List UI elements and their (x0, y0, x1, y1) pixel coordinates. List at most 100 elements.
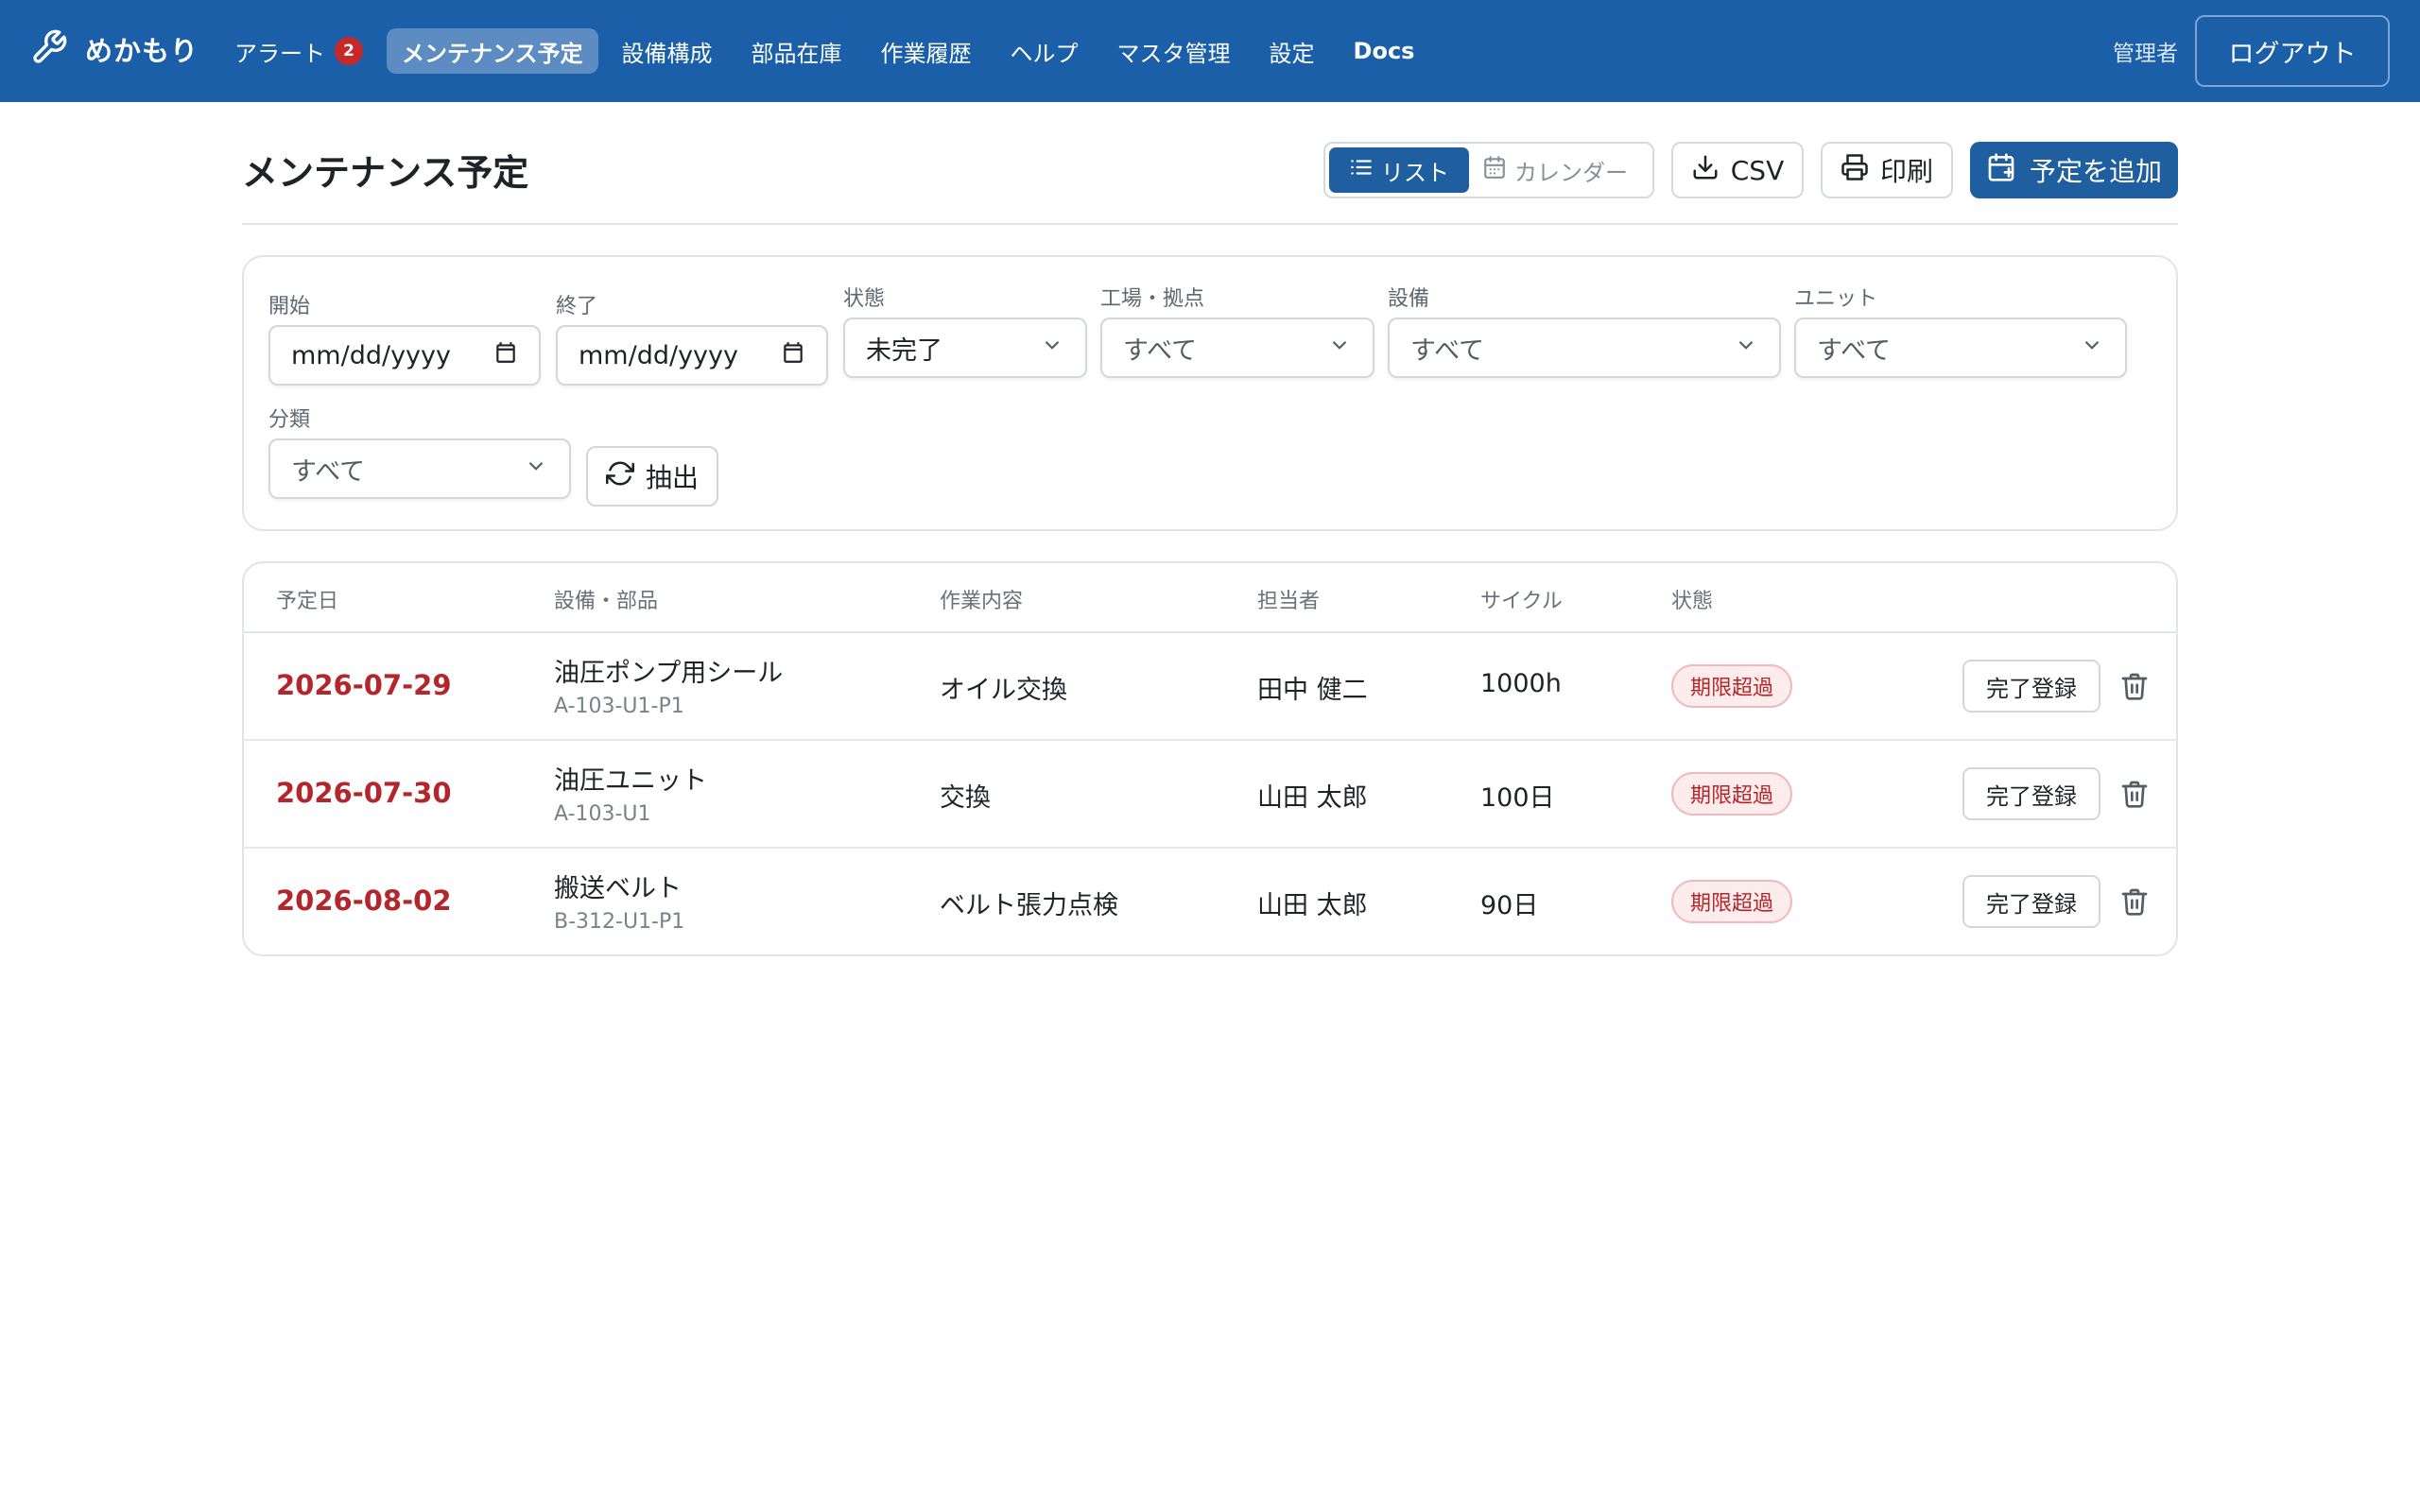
equipment-filter-field: 設備 すべて (1388, 282, 1781, 378)
print-button[interactable]: 印刷 (1821, 142, 1953, 198)
part-name: 搬送ベルト (554, 874, 682, 903)
table-row: 2026-07-29 油圧ポンプ用シール A-103-U1-P1 オイル交換 田… (244, 633, 2176, 741)
unit-select[interactable]: すべて (1794, 318, 2127, 378)
person-cell: 田中 健二 (1257, 676, 1368, 705)
nav-item-equipment[interactable]: 設備構成 (607, 28, 728, 74)
nav-item-maintenance-schedule[interactable]: メンテナンス予定 (387, 28, 598, 74)
person-cell: 山田 太郎 (1257, 783, 1368, 813)
chevron-down-icon (2080, 333, 2104, 364)
brand[interactable]: めかもり (30, 28, 199, 70)
status-select[interactable]: 未完了 (843, 318, 1087, 378)
extract-button[interactable]: 抽出 (586, 446, 718, 507)
logout-button[interactable]: ログアウト (2195, 15, 2390, 87)
category-filter-label: 分類 (268, 408, 311, 432)
nav-item-work-history[interactable]: 作業履歴 (866, 28, 987, 74)
task-cell: ベルト張力点検 (940, 891, 1118, 920)
extract-label: 抽出 (645, 462, 699, 493)
calendar-icon (1482, 155, 1514, 185)
equipment-select-value: すべて (1410, 335, 1485, 366)
end-date-input[interactable]: mm/dd/yyyy (556, 325, 828, 386)
task-cell: 交換 (940, 783, 991, 813)
nav-item-parts-inventory[interactable]: 部品在庫 (736, 28, 857, 74)
status-filter-label: 状態 (843, 287, 886, 311)
chevron-down-icon (1734, 333, 1758, 364)
category-filter-field: 分類 すべて (268, 403, 571, 499)
status-badge: 期限超過 (1671, 880, 1793, 923)
page-header: メンテナンス予定 リスト カレンダー CSV 印刷 予定を追加 (242, 140, 2178, 225)
printer-icon (1841, 153, 1880, 188)
wrench-icon (30, 28, 68, 70)
nav-item-settings[interactable]: 設定 (1254, 28, 1330, 74)
brand-name: めかもり (85, 35, 199, 67)
cycle-cell: 90日 (1480, 891, 1539, 920)
start-date-value: mm/dd/yyyy (291, 340, 451, 370)
alert-count-badge: 2 (335, 37, 363, 65)
calendar-picker-icon[interactable] (781, 340, 805, 371)
category-select[interactable]: すべて (268, 438, 571, 499)
status-filter-field: 状態 未完了 (843, 282, 1087, 378)
nav-item-alerts[interactable]: アラート 2 (219, 28, 378, 74)
equipment-select[interactable]: すべて (1388, 318, 1781, 378)
view-list-button[interactable]: リスト (1329, 147, 1469, 193)
end-date-field: 終了 mm/dd/yyyy (556, 289, 828, 386)
cycle-cell: 100日 (1480, 783, 1555, 813)
main-nav: アラート 2 メンテナンス予定 設備構成 部品在庫 作業履歴 ヘルプ マスタ管理… (219, 28, 1438, 74)
due-date: 2026-07-30 (276, 777, 452, 809)
nav-item-label: アラート (234, 40, 325, 67)
site-filter-label: 工場・拠点 (1100, 287, 1205, 311)
complete-button[interactable]: 完了登録 (1962, 660, 2100, 713)
nav-item-docs[interactable]: Docs (1339, 28, 1430, 74)
site-select[interactable]: すべて (1100, 318, 1374, 378)
end-date-value: mm/dd/yyyy (579, 340, 738, 370)
schedule-table: 予定日 設備・部品 作業内容 担当者 サイクル 状態 2026-07-29 油圧… (242, 561, 2178, 956)
part-code: A-103-U1 (554, 802, 651, 826)
unit-filter-field: ユニット すべて (1794, 282, 2127, 378)
download-icon (1691, 153, 1731, 188)
nav-item-help[interactable]: ヘルプ (995, 28, 1094, 74)
refresh-icon (605, 459, 646, 494)
column-header-task: 作業内容 (940, 590, 1024, 613)
list-icon (1349, 155, 1381, 185)
person-cell: 山田 太郎 (1257, 891, 1368, 920)
chevron-down-icon (524, 454, 548, 485)
column-header-part: 設備・部品 (554, 590, 659, 613)
unit-select-value: すべて (1817, 335, 1892, 366)
csv-label: CSV (1730, 154, 1785, 186)
calendar-plus-icon (1986, 152, 2030, 189)
view-calendar-button[interactable]: カレンダー (1469, 147, 1641, 193)
complete-button[interactable]: 完了登録 (1962, 767, 2100, 820)
cycle-cell: 1000h (1480, 669, 1562, 698)
page-title: メンテナンス予定 (242, 152, 529, 194)
table-header: 予定日 設備・部品 作業内容 担当者 サイクル 状態 (244, 563, 2176, 633)
start-date-field: 開始 mm/dd/yyyy (268, 289, 541, 386)
filter-panel: 開始 mm/dd/yyyy 終了 mm/dd/yyyy 状態 未完了 工場・拠点… (242, 255, 2178, 531)
part-code: A-103-U1-P1 (554, 695, 684, 718)
add-schedule-label: 予定を追加 (2029, 156, 2162, 187)
site-filter-field: 工場・拠点 すべて (1100, 282, 1374, 378)
view-list-label: リスト (1381, 159, 1449, 186)
complete-button[interactable]: 完了登録 (1962, 875, 2100, 928)
nav-user-area: 管理者 ログアウト (2113, 15, 2390, 87)
due-date: 2026-07-29 (276, 669, 452, 701)
table-row: 2026-07-30 油圧ユニット A-103-U1 交換 山田 太郎 100日… (244, 741, 2176, 849)
start-date-label: 開始 (268, 295, 311, 318)
user-role: 管理者 (2113, 42, 2178, 66)
header-actions: リスト カレンダー CSV 印刷 予定を追加 (1323, 142, 2178, 198)
part-name: 油圧ポンプ用シール (554, 659, 784, 688)
trash-icon[interactable] (2119, 886, 2150, 920)
trash-icon[interactable] (2119, 671, 2150, 705)
csv-export-button[interactable]: CSV (1671, 142, 1804, 198)
site-select-value: すべて (1123, 335, 1198, 366)
start-date-input[interactable]: mm/dd/yyyy (268, 325, 541, 386)
chevron-down-icon (1327, 333, 1352, 364)
add-schedule-button[interactable]: 予定を追加 (1970, 142, 2178, 198)
status-select-value: 未完了 (866, 335, 942, 366)
column-header-person: 担当者 (1257, 590, 1321, 613)
part-name: 油圧ユニット (554, 766, 707, 796)
calendar-picker-icon[interactable] (493, 340, 518, 371)
part-code: B-312-U1-P1 (554, 910, 685, 934)
nav-item-master[interactable]: マスタ管理 (1102, 28, 1246, 74)
trash-icon[interactable] (2119, 779, 2150, 813)
part-cell: 油圧ポンプ用シール A-103-U1-P1 (554, 652, 783, 718)
task-cell: オイル交換 (940, 676, 1067, 705)
